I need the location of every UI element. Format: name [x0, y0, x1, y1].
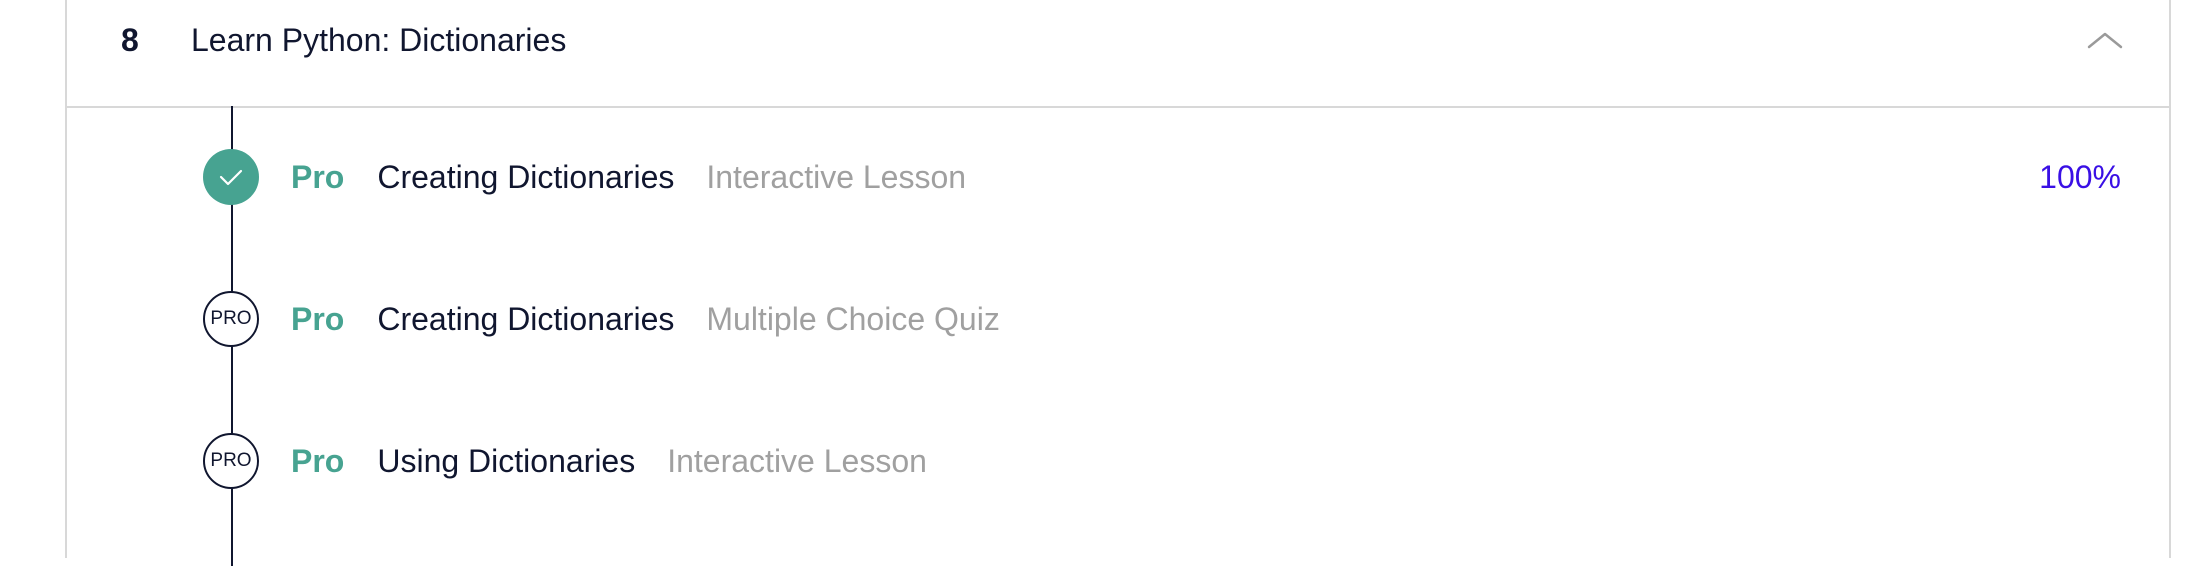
module-number: 8 — [121, 22, 139, 58]
lesson-title: Creating Dictionaries — [377, 159, 675, 195]
lesson-title: Creating Dictionaries — [377, 301, 675, 337]
module-header[interactable]: 8 Learn Python: Dictionaries — [67, 0, 2169, 108]
lesson-type: Interactive Lesson — [706, 159, 967, 195]
lesson-text: Pro Creating Dictionaries Multiple Choic… — [291, 299, 1000, 339]
pro-label: Pro — [291, 159, 345, 195]
lesson-row[interactable]: Pro Creating Dictionaries Interactive Le… — [67, 137, 2169, 217]
pro-badge-text: PRO — [210, 450, 252, 471]
lesson-text: Pro Using Dictionaries Interactive Lesso… — [291, 441, 927, 481]
pro-label: Pro — [291, 443, 345, 479]
pro-badge-icon: PRO — [203, 291, 259, 347]
lesson-type: Multiple Choice Quiz — [706, 301, 1000, 337]
chevron-up-icon[interactable] — [2081, 20, 2129, 60]
lesson-row[interactable]: PRO Pro Creating Dictionaries Multiple C… — [67, 279, 2169, 359]
module-title: Learn Python: Dictionaries — [191, 22, 567, 58]
module-card: 8 Learn Python: Dictionaries Pro Creatin… — [65, 0, 2171, 566]
pro-label: Pro — [291, 301, 345, 337]
progress-percentage: 100% — [2039, 159, 2121, 195]
pro-badge-text: PRO — [210, 308, 252, 329]
lesson-title: Using Dictionaries — [377, 443, 636, 479]
lesson-text: Pro Creating Dictionaries Interactive Le… — [291, 157, 966, 197]
lesson-row[interactable]: PRO Pro Using Dictionaries Interactive L… — [67, 421, 2169, 501]
lesson-type: Interactive Lesson — [667, 443, 927, 479]
pro-badge-icon: PRO — [203, 433, 259, 489]
check-icon — [203, 149, 259, 205]
